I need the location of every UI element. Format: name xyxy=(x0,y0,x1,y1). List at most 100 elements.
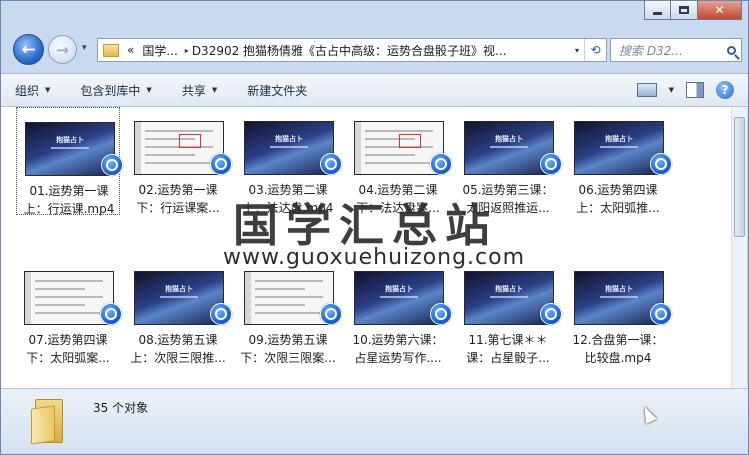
file-name: 11.第七课＊＊ 课：占星骰子... xyxy=(456,331,560,367)
video-player-icon xyxy=(320,303,342,325)
file-name-line1: 05.运势第三课： xyxy=(462,183,554,197)
file-name-line2: 课：占星骰子... xyxy=(466,351,550,365)
file-name-line2: 上：行运课.mp4 xyxy=(23,202,115,216)
file-item[interactable]: 09.运势第五课 下：次限三限案... xyxy=(236,257,342,367)
chevron-down-icon: ▼ xyxy=(146,86,152,94)
address-dropdown-icon[interactable]: ▾ xyxy=(570,46,584,55)
change-view-icon[interactable] xyxy=(636,83,657,97)
file-item[interactable]: 抱猫占卜 08.运势第五课 上：次限三限推... xyxy=(126,257,232,367)
file-name-line2: 下：法达盘案... xyxy=(356,201,440,215)
file-name-line1: 06.运势第四课 xyxy=(578,183,658,197)
forward-button[interactable]: → xyxy=(48,35,77,64)
mouse-cursor-icon xyxy=(639,404,657,424)
file-item[interactable]: 04.运势第二课 下：法达盘案... xyxy=(346,107,452,217)
file-name-line1: 08.运势第五课 xyxy=(138,333,218,347)
vertical-scrollbar[interactable] xyxy=(731,107,747,388)
file-item[interactable]: 抱猫占卜 03.运势第二课 上：法达盘.mp4 xyxy=(236,107,342,215)
file-name: 07.运势第四课 下：太阳弧案... xyxy=(16,331,120,367)
file-name-line1: 02.运势第一课 xyxy=(138,183,218,197)
command-toolbar: 组织 ▼ 包含到库中 ▼ 共享 ▼ 新建文件夹 ▼ ? xyxy=(1,73,748,107)
video-player-icon xyxy=(430,303,452,325)
file-name: 09.运势第五课 下：次限三限案... xyxy=(236,331,340,367)
folder-icon xyxy=(103,43,119,57)
thumbnail-title: 抱猫占卜 xyxy=(56,136,84,144)
file-name: 02.运势第一课 下：行运课案... xyxy=(126,181,230,217)
file-name-line2: 太阳返照推运... xyxy=(466,201,550,215)
organize-button[interactable]: 组织 ▼ xyxy=(15,82,50,99)
recent-pages-button[interactable]: ▾ xyxy=(82,43,87,53)
minimize-icon xyxy=(653,11,662,15)
toolbar-right: ▼ ? xyxy=(636,81,734,99)
file-item[interactable]: 抱猫占卜 01.运势第一课 上：行运课.mp4 xyxy=(16,107,123,218)
file-name-line1: 12.合盘第一课： xyxy=(572,333,664,347)
file-name-line2: 比较盘.mp4 xyxy=(584,351,652,365)
file-name-line2: 下：太阳弧案... xyxy=(26,351,110,365)
file-name: 04.运势第二课 下：法达盘案... xyxy=(346,181,450,217)
file-item[interactable]: 抱猫占卜 10.运势第六课： 占星运势写作.... xyxy=(346,257,452,367)
file-name-line2: 上：次限三限推... xyxy=(130,351,226,365)
file-name: 10.运势第六课： 占星运势写作.... xyxy=(346,331,450,367)
scrollbar-thumb[interactable] xyxy=(734,117,745,237)
search-icon[interactable] xyxy=(721,45,741,55)
file-item[interactable]: 07.运势第四课 下：太阳弧案... xyxy=(16,257,122,367)
new-folder-label: 新建文件夹 xyxy=(247,83,308,98)
file-name-line1: 01.运势第一课 xyxy=(29,184,109,198)
preview-pane-icon[interactable] xyxy=(686,82,704,98)
navigation-bar: ← → ▾ « 国学... ▸ D32902 抱猫杨倩雅《古占中高级：运势合盘骰… xyxy=(1,31,748,71)
organize-label: 组织 xyxy=(15,83,40,98)
video-player-icon xyxy=(210,303,232,325)
file-name: 01.运势第一课 上：行运课.mp4 xyxy=(17,182,121,218)
file-name: 05.运势第三课： 太阳返照推运... xyxy=(456,181,560,217)
file-item[interactable]: 抱猫占卜 05.运势第三课： 太阳返照推运... xyxy=(456,107,562,217)
details-pane: 35 个对象 xyxy=(1,388,748,454)
file-name: 08.运势第五课 上：次限三限推... xyxy=(126,331,230,367)
close-button[interactable]: ✕ xyxy=(698,1,742,20)
back-button[interactable]: ← xyxy=(13,34,44,65)
new-folder-button[interactable]: 新建文件夹 xyxy=(247,82,307,99)
thumbnail-title: 抱猫占卜 xyxy=(275,135,303,143)
thumbnail-title: 抱猫占卜 xyxy=(605,285,633,293)
close-icon: ✕ xyxy=(714,3,725,17)
file-name-line1: 09.运势第五课 xyxy=(248,333,328,347)
chevron-down-icon: ▼ xyxy=(211,86,218,94)
video-player-icon xyxy=(540,153,562,175)
maximize-icon xyxy=(679,6,689,14)
video-player-icon xyxy=(101,154,123,176)
thumbnail-title: 抱猫占卜 xyxy=(495,135,523,143)
breadcrumb-segment[interactable]: 国学... xyxy=(138,42,181,59)
file-name: 06.运势第四课 上：太阳弧推... xyxy=(566,181,670,217)
explorer-window: ✕ ← → ▾ « 国学... ▸ D32902 抱猫杨倩雅《古占中高级：运势合… xyxy=(0,0,749,455)
file-name-line2: 占星运势写作.... xyxy=(354,351,442,365)
breadcrumb-arrow-icon[interactable]: ▸ xyxy=(182,46,192,55)
file-name-line1: 04.运势第二课 xyxy=(358,183,438,197)
file-list[interactable]: 抱猫占卜 01.运势第一课 上：行运课.mp4 02.运势第一课 下：行运课案... 抱猫… xyxy=(1,107,732,388)
file-item[interactable]: 抱猫占卜 06.运势第四课 上：太阳弧推... xyxy=(566,107,672,217)
maximize-button[interactable] xyxy=(671,1,698,20)
video-player-icon xyxy=(320,153,342,175)
share-label: 共享 xyxy=(181,83,206,98)
include-library-button[interactable]: 包含到库中 ▼ xyxy=(80,82,151,99)
share-button[interactable]: 共享 ▼ xyxy=(182,82,217,99)
folder-icon xyxy=(31,399,65,445)
file-item[interactable]: 02.运势第一课 下：行运课案... xyxy=(126,107,232,217)
address-bar[interactable]: « 国学... ▸ D32902 抱猫杨倩雅《古占中高级：运势合盘骰子班》视..… xyxy=(97,38,607,62)
thumbnail-title: 抱猫占卜 xyxy=(165,285,193,293)
breadcrumb-current-folder[interactable]: D32902 抱猫杨倩雅《古占中高级：运势合盘骰子班》视... xyxy=(192,42,570,59)
search-input[interactable]: 搜索 D32... xyxy=(610,38,742,62)
chevron-down-icon: ▼ xyxy=(45,86,51,94)
file-item[interactable]: 抱猫占卜 11.第七课＊＊ 课：占星骰子... xyxy=(456,257,562,367)
breadcrumb-overflow[interactable]: « xyxy=(123,43,138,57)
minimize-button[interactable] xyxy=(644,1,671,20)
file-item[interactable]: 抱猫占卜 12.合盘第一课： 比较盘.mp4 xyxy=(566,257,672,365)
file-name-line1: 07.运势第四课 xyxy=(28,333,108,347)
video-player-icon xyxy=(100,303,122,325)
include-library-label: 包含到库中 xyxy=(80,83,141,98)
file-name-line1: 11.第七课＊＊ xyxy=(468,333,548,347)
search-placeholder: 搜索 D32... xyxy=(619,43,683,58)
help-icon[interactable]: ? xyxy=(716,81,734,99)
file-name-line2: 下：次限三限案... xyxy=(240,351,336,365)
file-name-line2: 上：法达盘.mp4 xyxy=(242,201,334,215)
refresh-icon[interactable]: ⟲ xyxy=(584,39,606,61)
window-controls: ✕ xyxy=(644,1,742,21)
view-options-icon[interactable]: ▼ xyxy=(669,86,674,94)
